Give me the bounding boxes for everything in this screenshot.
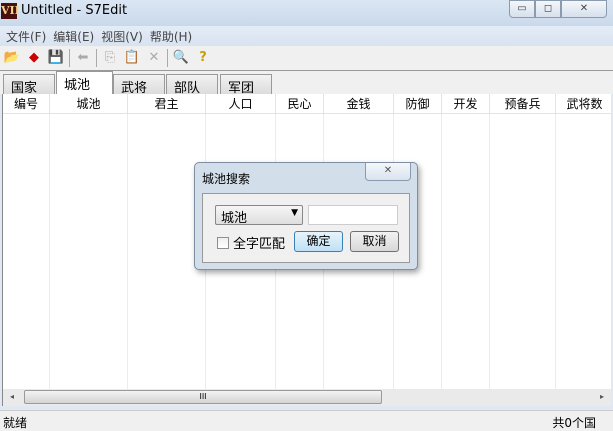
scrollbar-thumb[interactable]: III <box>24 390 382 404</box>
paste-icon[interactable]: 📋 <box>123 49 141 67</box>
scroll-right-icon[interactable]: ▸ <box>600 392 604 401</box>
column-header-ruler[interactable]: 君主 <box>128 94 206 113</box>
open-folder-icon[interactable]: 📂 <box>3 49 21 67</box>
menu-view[interactable]: 视图(V) <box>100 26 149 46</box>
status-text: 就绪 <box>3 416 28 430</box>
column-header-defense[interactable]: 防御 <box>394 94 442 113</box>
menu-file[interactable]: 文件(F) <box>5 26 52 46</box>
chevron-down-icon: ▼ <box>291 208 298 218</box>
delete-icon[interactable]: ✕ <box>145 49 163 67</box>
tab-bar: 国家 城池 武将 部队 军团 <box>0 70 613 96</box>
save-icon[interactable]: 💾 <box>47 49 65 67</box>
column-header-development[interactable]: 开发 <box>442 94 490 113</box>
maximize-button[interactable]: ◻ <box>535 0 561 18</box>
cancel-button[interactable]: 取消 <box>350 231 399 252</box>
scroll-left-icon[interactable]: ◂ <box>10 392 14 401</box>
select-value: 城池 <box>221 211 248 226</box>
tab-corps[interactable]: 军团 <box>220 74 272 96</box>
dialog-title: 城池搜索 <box>202 172 251 186</box>
column-header-reserve[interactable]: 预备兵 <box>490 94 556 113</box>
toolbar-separator <box>167 49 168 67</box>
tab-troop[interactable]: 部队 <box>166 74 218 96</box>
dialog-close-button[interactable]: ✕ <box>365 163 411 181</box>
copy-icon[interactable]: ⎘ <box>101 49 119 67</box>
toolbar-separator <box>96 49 97 67</box>
whole-word-label[interactable]: 全字匹配 <box>233 233 285 252</box>
close-button[interactable]: ✕ <box>561 0 607 18</box>
column-header-city[interactable]: 城池 <box>50 94 128 113</box>
help-icon[interactable]: ? <box>194 49 212 67</box>
search-field-select[interactable]: 城池 ▼ <box>215 205 303 226</box>
column-header-gold[interactable]: 金钱 <box>324 94 394 113</box>
table-header: 编号 城池 君主 人口 民心 金钱 防御 开发 预备兵 武将数 <box>3 94 611 114</box>
tab-country[interactable]: 国家 <box>3 74 55 96</box>
menu-edit[interactable]: 编辑(E) <box>52 26 100 46</box>
status-bar: 就绪 共0个国 <box>0 410 613 431</box>
column-header-population[interactable]: 人口 <box>206 94 276 113</box>
title-bar: VII Untitled - S7Edit ▭ ◻ ✕ <box>0 0 613 26</box>
app-icon: VII <box>1 3 20 19</box>
menu-bar: 文件(F) 编辑(E) 视图(V) 帮助(H) <box>0 26 613 46</box>
column-header-general-count[interactable]: 武将数 <box>556 94 611 113</box>
horizontal-scrollbar[interactable]: ◂ III ▸ <box>2 389 611 406</box>
status-count: 共0个国 <box>552 416 596 430</box>
menu-help[interactable]: 帮助(H) <box>149 26 198 46</box>
column-header-morale[interactable]: 民心 <box>276 94 324 113</box>
column-header-id[interactable]: 编号 <box>3 94 50 113</box>
ok-button[interactable]: 确定 <box>294 231 343 252</box>
whole-word-checkbox[interactable] <box>217 237 229 249</box>
city-search-dialog: 城池搜索 ✕ 城池 ▼ 全字匹配 确定 取消 <box>194 162 418 270</box>
tab-general[interactable]: 武将 <box>113 74 165 96</box>
search-icon[interactable]: 🔍 <box>172 49 190 67</box>
search-input[interactable] <box>308 205 398 225</box>
minimize-button[interactable]: ▭ <box>509 0 535 18</box>
window-title: Untitled - S7Edit <box>21 3 128 18</box>
tab-city[interactable]: 城池 <box>56 71 113 95</box>
tag-icon[interactable]: ◆ <box>25 49 43 67</box>
toolbar-separator <box>69 49 70 67</box>
toolbar: 📂 ◆ 💾 ⬅ ⎘ 📋 ✕ 🔍 ? <box>0 46 613 70</box>
back-arrow-icon[interactable]: ⬅ <box>74 49 92 67</box>
